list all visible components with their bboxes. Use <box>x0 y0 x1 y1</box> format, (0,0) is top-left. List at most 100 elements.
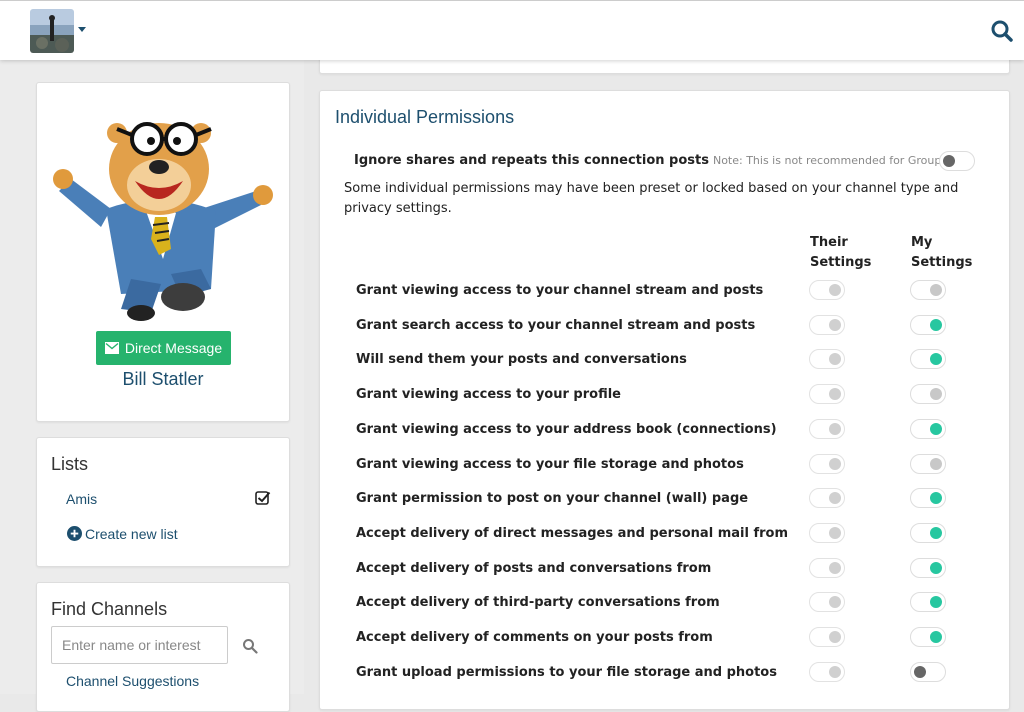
toggle-knob <box>930 284 942 296</box>
toggle-knob <box>930 492 942 505</box>
channel-avatar[interactable] <box>30 9 74 53</box>
ignore-shares-label: Ignore shares and repeats this connectio… <box>354 153 951 168</box>
their-setting-toggle <box>809 661 845 682</box>
checkbox-checked-icon[interactable] <box>255 490 271 506</box>
my-setting-toggle[interactable] <box>910 522 946 543</box>
create-new-list-link[interactable]: Create new list <box>85 526 178 542</box>
permission-row: Grant viewing access to your address boo… <box>356 418 996 442</box>
my-setting-toggle[interactable] <box>910 592 946 613</box>
toggle-knob <box>829 284 841 296</box>
direct-message-button[interactable]: Direct Message <box>96 331 231 365</box>
permission-label: Grant upload permissions to your file st… <box>356 664 777 680</box>
search-icon[interactable] <box>242 638 258 654</box>
toggle-knob <box>930 353 942 366</box>
toggle-knob <box>930 526 942 539</box>
permissions-card: Individual Permissions Ignore shares and… <box>319 90 1010 710</box>
profile-card: Direct Message Bill Statler <box>36 82 290 422</box>
envelope-icon <box>104 342 119 354</box>
toggle-knob <box>829 526 841 539</box>
list-item-amis[interactable]: Amis <box>66 491 97 507</box>
plus-circle-icon[interactable] <box>67 526 82 541</box>
permission-row: Grant permission to post on your channel… <box>356 487 996 511</box>
ignore-shares-toggle[interactable] <box>939 151 975 171</box>
permission-label: Grant permission to post on your channel… <box>356 491 749 507</box>
permission-row: Grant viewing access to your channel str… <box>356 279 996 303</box>
toggle-knob <box>914 665 926 678</box>
permission-row: Grant viewing access to your file storag… <box>356 453 996 477</box>
permission-row: Grant search access to your channel stre… <box>356 314 996 338</box>
permission-label: Will send them your posts and conversati… <box>356 352 687 368</box>
their-setting-toggle <box>809 592 845 613</box>
my-setting-toggle[interactable] <box>910 488 946 509</box>
their-setting-toggle <box>809 314 845 335</box>
their-setting-toggle <box>809 627 845 647</box>
permissions-intro: Some individual permissions may have bee… <box>344 181 959 216</box>
my-setting-toggle[interactable] <box>910 280 946 300</box>
toggle-knob <box>829 665 841 678</box>
find-channels-title: Find Channels <box>51 599 168 619</box>
permission-label: Grant viewing access to your address boo… <box>356 421 777 437</box>
their-setting-toggle <box>809 384 845 405</box>
toggle-knob <box>930 561 942 574</box>
their-setting-toggle <box>809 522 845 543</box>
ignore-shares-text: Ignore shares and repeats this connectio… <box>354 153 709 168</box>
lists-title: Lists <box>51 454 89 474</box>
my-setting-toggle[interactable] <box>910 349 946 370</box>
permission-row: Grant upload permissions to your file st… <box>356 661 996 685</box>
toggle-knob <box>930 388 942 401</box>
toggle-knob <box>930 596 942 609</box>
their-setting-toggle <box>809 349 845 370</box>
toggle-knob <box>829 492 841 505</box>
permission-row: Accept delivery of comments on your post… <box>356 626 996 650</box>
top-navbar <box>0 0 1024 60</box>
their-setting-toggle <box>809 557 845 578</box>
permission-row: Accept delivery of third-party conversat… <box>356 591 996 615</box>
my-setting-toggle[interactable] <box>910 453 946 474</box>
toggle-knob <box>930 631 942 643</box>
permission-row: Grant viewing access to your profile <box>356 383 996 407</box>
permission-label: Grant search access to your channel stre… <box>356 317 756 333</box>
avatar-image <box>30 9 74 53</box>
profile-name[interactable]: Bill Statler <box>37 369 289 390</box>
toggle-knob <box>829 318 841 331</box>
toggle-knob <box>829 596 841 609</box>
permission-label: Accept delivery of posts and conversatio… <box>356 560 712 576</box>
my-setting-toggle[interactable] <box>910 418 946 439</box>
my-setting-toggle[interactable] <box>910 627 946 647</box>
my-setting-toggle[interactable] <box>910 661 946 682</box>
their-setting-toggle <box>809 488 845 509</box>
toggle-knob <box>829 457 841 470</box>
toggle-knob <box>829 422 841 435</box>
permission-label: Accept delivery of comments on your post… <box>356 630 713 645</box>
my-setting-toggle[interactable] <box>910 314 946 335</box>
direct-message-label: Direct Message <box>124 340 223 356</box>
permission-label: Grant viewing access to your channel str… <box>356 283 764 298</box>
permission-label: Grant viewing access to your file storag… <box>356 456 744 472</box>
search-icon[interactable] <box>990 19 1014 43</box>
chevron-down-icon[interactable] <box>78 27 86 32</box>
toggle-knob <box>829 631 841 643</box>
their-setting-toggle <box>809 280 845 300</box>
my-settings-header: My Settings <box>911 235 973 270</box>
find-channels-card: Find Channels Channel Suggestions <box>36 582 290 712</box>
profile-photo[interactable] <box>51 99 277 323</box>
my-setting-toggle[interactable] <box>910 557 946 578</box>
my-setting-toggle[interactable] <box>910 384 946 405</box>
permissions-title: Individual Permissions <box>335 107 515 127</box>
toggle-knob <box>930 422 942 435</box>
find-channels-input[interactable] <box>51 626 228 664</box>
toggle-knob <box>829 388 841 401</box>
permission-label: Accept delivery of direct messages and p… <box>356 525 788 541</box>
permission-label: Grant viewing access to your profile <box>356 387 621 403</box>
toggle-knob <box>829 561 841 574</box>
their-setting-toggle <box>809 453 845 474</box>
permission-label: Accept delivery of third-party conversat… <box>356 595 720 611</box>
toggle-knob <box>829 353 841 366</box>
permission-row: Accept delivery of direct messages and p… <box>356 522 996 546</box>
ignore-shares-note: Note: This is not recommended for Groups… <box>712 154 951 167</box>
their-settings-header: Their Settings <box>810 235 872 270</box>
lists-card: Lists Amis Create new list <box>36 437 290 567</box>
toggle-knob <box>930 457 942 470</box>
channel-suggestions-link[interactable]: Channel Suggestions <box>66 673 199 689</box>
permission-row: Accept delivery of posts and conversatio… <box>356 557 996 581</box>
